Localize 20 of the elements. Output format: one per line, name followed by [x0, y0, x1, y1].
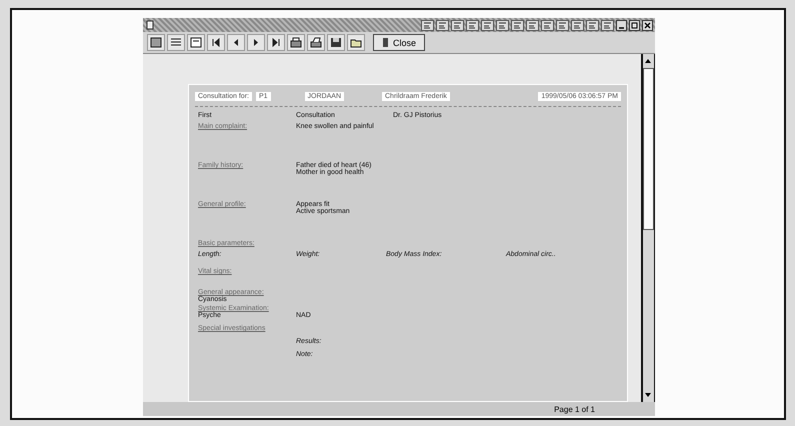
app-icon	[145, 20, 155, 30]
list-icon[interactable]	[167, 34, 185, 51]
save-icon[interactable]	[327, 34, 345, 51]
vertical-scrollbar[interactable]	[641, 54, 655, 402]
printer-icon[interactable]	[287, 34, 305, 51]
document-icon[interactable]	[421, 20, 434, 30]
form-icon[interactable]	[187, 34, 205, 51]
printer-icon[interactable]	[307, 34, 325, 51]
close-icon[interactable]	[642, 20, 653, 30]
minimize-icon[interactable]	[616, 20, 627, 30]
first-icon[interactable]	[207, 34, 225, 51]
grid-icon[interactable]	[147, 34, 165, 51]
previous-icon[interactable]	[227, 34, 245, 51]
next-icon[interactable]	[247, 34, 265, 51]
last-icon[interactable]	[267, 34, 285, 51]
close-button[interactable]: Close	[373, 34, 426, 51]
page-indicator: Page 1 of 1	[554, 404, 595, 414]
restore-icon[interactable]	[629, 20, 640, 30]
scroll-thumb[interactable]	[643, 68, 654, 230]
folder-icon[interactable]	[347, 34, 365, 51]
